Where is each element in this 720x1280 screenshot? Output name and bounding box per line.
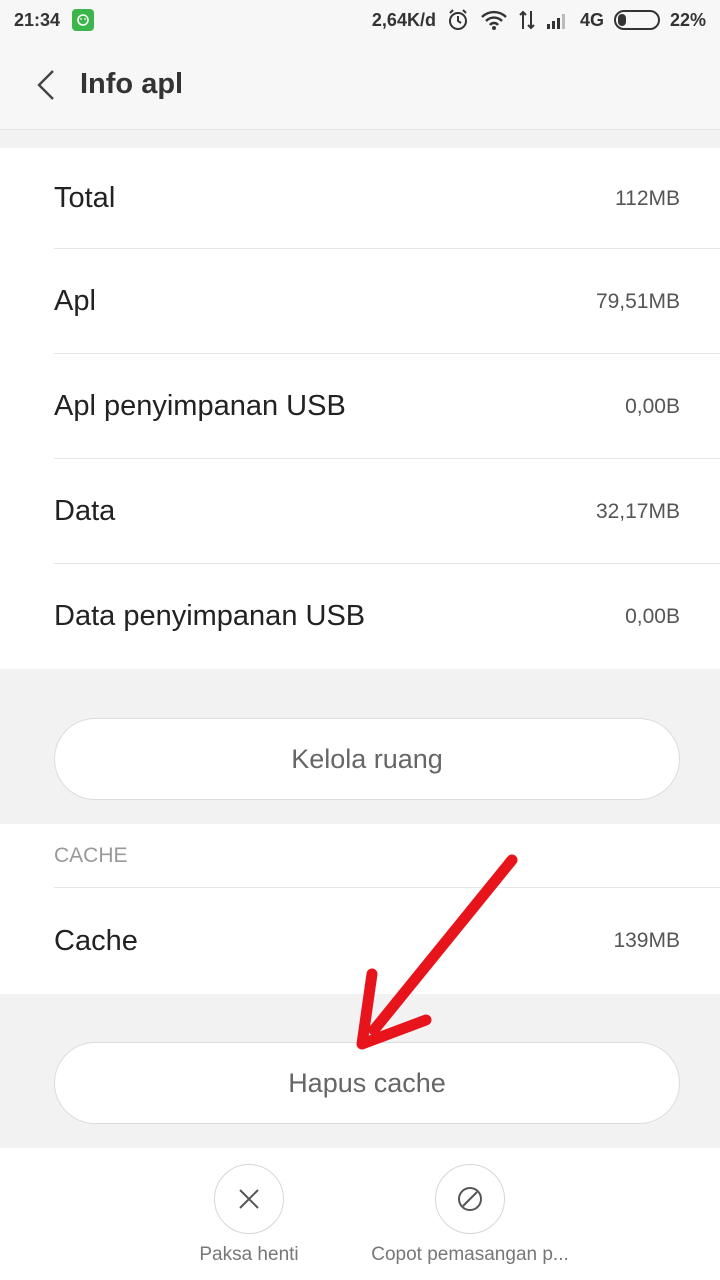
signal-icon [546,10,570,30]
uninstall-action[interactable]: Copot pemasangan p... [364,1164,576,1266]
storage-row-data-usb: Data penyimpanan USB 0,00B [0,564,720,669]
row-label: Cache [54,924,138,957]
battery-icon [613,10,660,30]
row-label: Data [54,495,116,527]
force-stop-action[interactable]: Paksa henti [184,1164,314,1266]
storage-list: Total 112MB Apl 79,51MB Apl penyimpanan … [0,148,720,669]
row-value: 0,00B [625,394,680,418]
force-stop-button[interactable] [214,1164,284,1234]
storage-row-data: Data 32,17MB [0,459,720,564]
status-bar: 21:34 2,64K/d 4G 22% [0,0,720,40]
wifi-icon [480,9,508,31]
alarm-icon [446,8,470,32]
row-value: 79,51MB [595,289,680,313]
row-label: Total [54,182,116,214]
row-label: Apl penyimpanan USB [54,390,346,422]
bottom-action-bar: Paksa henti Copot pemasangan p... [0,1148,720,1280]
close-icon [239,1189,259,1209]
status-time: 21:34 [14,9,61,30]
row-label: Data penyimpanan USB [54,600,366,632]
chevron-left-icon[interactable] [26,65,66,105]
block-icon [458,1187,482,1211]
data-transfer-icon [518,9,536,31]
page-title: Info apl [80,68,184,100]
battery-percent: 22% [669,9,706,30]
storage-row-app: Apl 79,51MB [0,249,720,354]
uninstall-button[interactable] [435,1164,505,1234]
row-value: 0,00B [625,604,680,628]
app-bar: Info apl [0,40,720,130]
network-type: 4G [579,9,604,30]
row-label: Apl [54,285,96,317]
annotation-arrow-icon [356,854,518,1050]
storage-row-total: Total 112MB [0,148,720,249]
force-stop-label: Paksa henti [199,1244,299,1265]
row-value: 139MB [613,929,680,952]
row-value: 32,17MB [595,499,680,523]
storage-row-app-usb: Apl penyimpanan USB 0,00B [0,354,720,459]
network-speed: 2,64K/d [371,9,436,30]
manage-space-button[interactable]: Kelola ruang [54,718,680,800]
uninstall-label: Copot pemasangan p... [371,1244,569,1265]
app-notification-icon [72,9,95,31]
row-value: 112MB [615,186,680,210]
